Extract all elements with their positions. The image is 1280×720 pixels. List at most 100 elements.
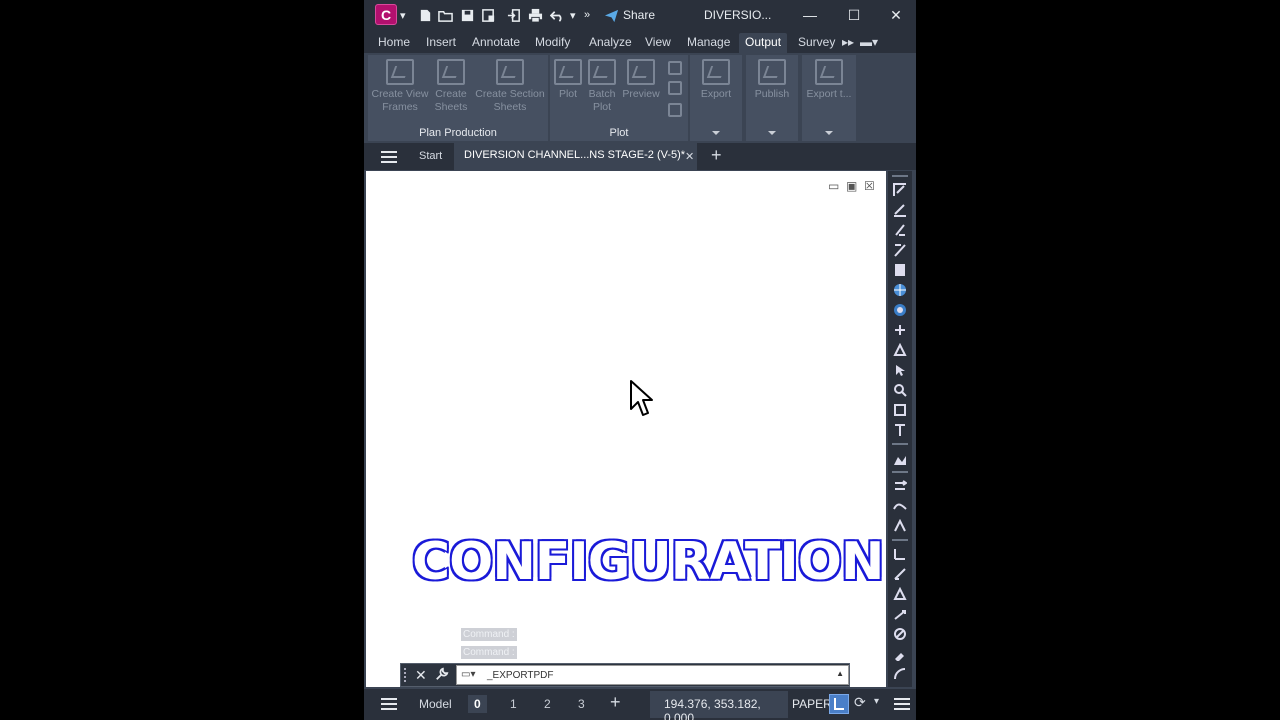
status-caret-icon[interactable]: ▾ [874, 696, 879, 707]
maximize-button[interactable]: ☐ [844, 5, 864, 25]
surface-tool-icon[interactable] [893, 453, 907, 467]
layout-menu-icon[interactable] [381, 698, 397, 710]
edit-tool-icon[interactable] [893, 223, 907, 237]
tab-insert[interactable]: Insert [420, 33, 462, 53]
import-icon[interactable] [507, 7, 522, 23]
export-dropdown-icon[interactable] [712, 131, 720, 135]
orbit-tool-icon[interactable] [893, 627, 907, 641]
draw-tool-icon[interactable] [893, 203, 907, 217]
tab-home[interactable]: Home [372, 33, 416, 53]
plot-styles-icon[interactable] [668, 103, 682, 117]
create-section-sheets-button[interactable]: Create Section Sheets [474, 59, 546, 114]
mouse-pointer-icon [630, 380, 653, 416]
file-tabs-menu-icon[interactable] [381, 151, 397, 163]
undo-icon[interactable] [550, 7, 565, 23]
corridor-tool-icon[interactable] [893, 519, 907, 533]
minimize-button[interactable]: — [800, 5, 820, 25]
customize-wrench-icon[interactable] [435, 667, 449, 684]
close-command-line-icon[interactable]: ✕ [415, 667, 427, 684]
model-tab[interactable]: Model [419, 697, 452, 711]
layout-tab-0[interactable]: 0 [468, 695, 487, 713]
document-tool-icon[interactable] [893, 263, 907, 277]
globe-icon[interactable] [893, 283, 907, 297]
export-to-dropdown-icon[interactable] [825, 131, 833, 135]
status-bar: Model 0 1 2 3 + 194.376, 353.182, 0.000 … [364, 689, 916, 720]
create-view-frames-button[interactable]: Create View Frames [370, 59, 430, 114]
sphere-icon[interactable] [893, 303, 907, 317]
drawing-canvas[interactable]: ▭ ▣ ☒ CONFIGURATION Command : Command : [366, 171, 886, 687]
layout-tab-1[interactable]: 1 [510, 697, 517, 711]
command-prompt-icon[interactable]: ▭▾ [461, 669, 475, 680]
publish-button[interactable]: Publish [748, 59, 796, 101]
print-icon[interactable] [528, 7, 543, 23]
profile-tool-icon[interactable] [893, 499, 907, 513]
share-button[interactable]: Share [604, 6, 655, 24]
close-tab-icon[interactable]: ✕ [685, 150, 694, 163]
preview-button[interactable]: Preview [620, 59, 662, 101]
toolbar-grip[interactable] [892, 175, 908, 177]
paper-space-toggle[interactable]: PAPER [792, 697, 832, 711]
viewport-restore-icon[interactable]: ▣ [846, 179, 857, 193]
viewport-close-icon[interactable]: ☒ [864, 179, 875, 193]
app-logo-icon[interactable]: C [375, 4, 397, 25]
paint-tool-icon[interactable] [893, 647, 907, 661]
slope-tool-icon[interactable] [893, 607, 907, 621]
grid-snap-icon[interactable] [829, 694, 849, 714]
export-to-button[interactable]: Export t... [804, 59, 854, 101]
save-as-icon[interactable] [481, 7, 496, 23]
plot-title: Plot [609, 127, 629, 139]
measure-tool-icon[interactable] [893, 567, 907, 581]
align-tool-icon[interactable] [893, 479, 907, 493]
dimension-tool-icon[interactable] [893, 423, 907, 437]
close-window-button[interactable]: ✕ [886, 5, 906, 25]
grid-tool-icon[interactable] [893, 547, 907, 561]
tab-modify[interactable]: Modify [529, 33, 576, 53]
plotter-icon [554, 59, 582, 85]
section-tool-icon[interactable] [893, 587, 907, 601]
add-layout-button[interactable]: + [610, 692, 621, 713]
line-tool-icon[interactable] [893, 243, 907, 257]
customize-status-icon[interactable] [894, 698, 910, 710]
tab-analyze[interactable]: Analyze [583, 33, 638, 53]
undo-caret-icon[interactable]: ▾ [570, 7, 576, 23]
command-history-up-icon[interactable]: ▲ [836, 669, 844, 678]
app-menu-caret-icon[interactable]: ▾ [400, 7, 406, 23]
curve-tool-icon[interactable] [893, 667, 907, 681]
tab-manage[interactable]: Manage [681, 33, 736, 53]
plotter-manager-icon[interactable] [668, 81, 682, 95]
block-tool-icon[interactable] [893, 403, 907, 417]
command-line-grip-icon[interactable] [404, 668, 410, 682]
more-commands-icon[interactable]: » [584, 7, 590, 23]
create-sheets-button[interactable]: Create Sheets [430, 59, 472, 114]
save-icon[interactable] [460, 7, 475, 23]
tab-annotate[interactable]: Annotate [466, 33, 526, 53]
object-snap-icon[interactable]: ⟳ [854, 694, 866, 711]
viewport-minimize-icon[interactable]: ▭ [828, 179, 839, 193]
tab-output[interactable]: Output [739, 33, 788, 53]
plot-button[interactable]: Plot [552, 59, 584, 101]
export-button[interactable]: Export [692, 59, 740, 101]
sheets-icon [437, 59, 465, 85]
layout-tab-3[interactable]: 3 [578, 697, 585, 711]
new-tab-button[interactable]: + [711, 145, 722, 166]
toolbar-separator [892, 539, 908, 541]
select-arrow-icon[interactable] [893, 363, 907, 377]
layer-tool-icon[interactable] [893, 183, 907, 197]
tab-drawing[interactable]: DIVERSION CHANNEL...NS STAGE-2 (V-5)* [454, 143, 698, 170]
point-tool-icon[interactable] [893, 323, 907, 337]
layout-tab-2[interactable]: 2 [544, 697, 551, 711]
snap-tool-icon[interactable] [893, 343, 907, 357]
ribbon-display-icon[interactable]: ▬▾ [854, 33, 884, 53]
page-setup-icon[interactable] [668, 61, 682, 75]
command-input[interactable]: ▭▾ _EXPORTPDF ▲ [456, 665, 849, 685]
publish-dropdown-icon[interactable] [768, 131, 776, 135]
tab-survey[interactable]: Survey [792, 33, 841, 53]
tab-view[interactable]: View [639, 33, 677, 53]
batch-plot-button[interactable]: Batch Plot [586, 59, 618, 114]
coordinate-readout[interactable]: 194.376, 353.182, 0.000 [650, 691, 788, 720]
tab-start[interactable]: Start [419, 150, 442, 162]
zoom-tool-icon[interactable] [893, 383, 907, 397]
open-folder-icon[interactable] [438, 7, 453, 23]
title-bar: C ▾ ▾ » Share DIVERSIO... — ☐ ✕ [364, 0, 916, 30]
new-file-icon[interactable] [418, 7, 433, 23]
